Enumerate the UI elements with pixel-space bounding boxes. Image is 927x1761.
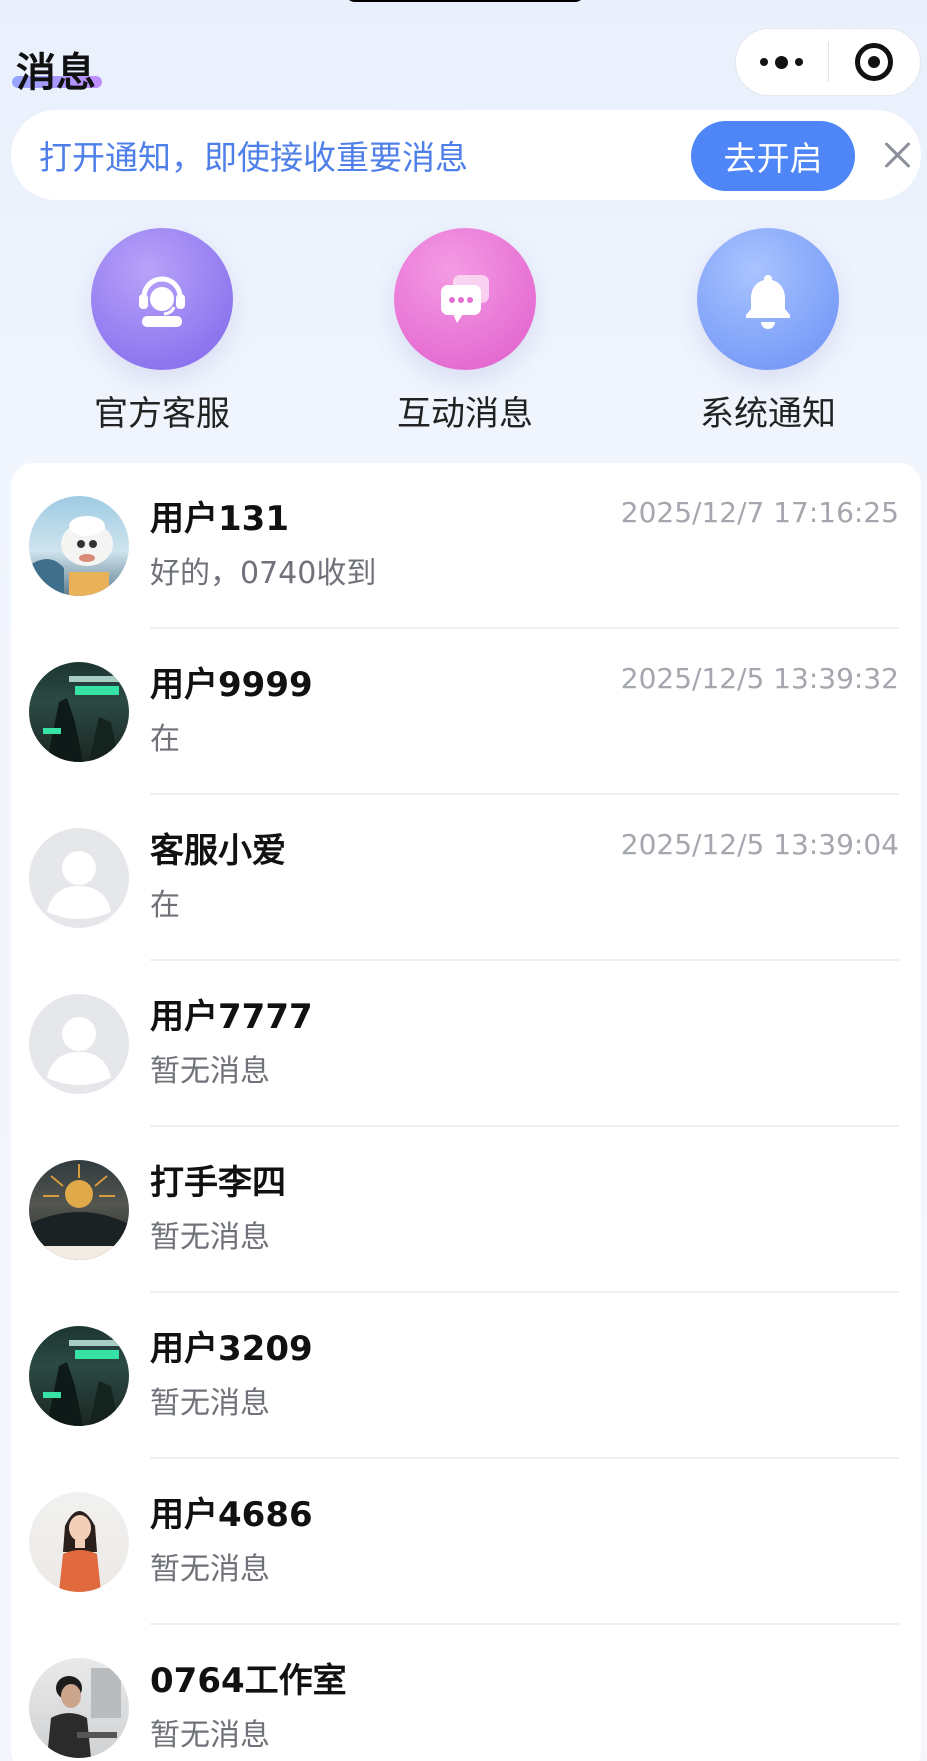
conversation-time: 2025/12/5 13:39:32 <box>620 662 899 695</box>
conversation-row[interactable]: 用户131 2025/12/7 17:16:25 好的，0740收到 <box>11 463 921 629</box>
quick-action-label: 系统通知 <box>700 394 836 434</box>
quick-action-label: 互动消息 <box>397 394 533 434</box>
avatar <box>29 496 129 596</box>
avatar <box>29 662 129 762</box>
avatar <box>29 1160 129 1260</box>
default-avatar-icon <box>29 828 129 928</box>
conversation-preview: 暂无消息 <box>150 1718 270 1753</box>
conversation-name: 用户131 <box>150 499 289 539</box>
conversation-row[interactable]: 用户9999 2025/12/5 13:39:32 在 <box>11 629 921 795</box>
conversation-row[interactable]: 0764工作室 暂无消息 <box>11 1625 921 1761</box>
conversation-preview: 暂无消息 <box>150 1552 270 1587</box>
conversation-name: 打手李四 <box>150 1163 286 1203</box>
more-dot-icon <box>775 55 789 69</box>
more-dot-icon <box>760 58 769 66</box>
default-avatar-icon <box>29 994 129 1094</box>
avatar <box>29 1326 129 1426</box>
conversation-name: 客服小爱 <box>150 831 286 871</box>
device-notch <box>345 0 585 2</box>
conversation-row[interactable]: 打手李四 暂无消息 <box>11 1127 921 1293</box>
conversation-name: 用户4686 <box>150 1495 313 1535</box>
page-header: 消息 <box>0 28 927 100</box>
quick-action-customer-service[interactable]: 官方客服 <box>62 228 262 438</box>
conversation-list: 用户131 2025/12/7 17:16:25 好的，0740收到 用户999… <box>11 463 921 1761</box>
conversation-row[interactable]: 用户4686 暂无消息 <box>11 1459 921 1625</box>
conversation-preview: 暂无消息 <box>150 1386 270 1421</box>
notification-banner: 打开通知，即使接收重要消息 去开启 <box>11 110 921 200</box>
quick-action-interactive-messages[interactable]: 互动消息 <box>365 228 565 438</box>
conversation-row[interactable]: 用户7777 暂无消息 <box>11 961 921 1127</box>
conversation-preview: 暂无消息 <box>150 1220 270 1255</box>
avatar <box>29 1658 129 1758</box>
customer-service-icon <box>91 228 233 370</box>
target-circle-icon <box>855 43 894 81</box>
conversation-name: 0764工作室 <box>150 1661 347 1701</box>
conversation-name: 用户7777 <box>150 997 313 1037</box>
conversation-time: 2025/12/5 13:39:04 <box>620 828 899 861</box>
conversation-time: 2025/12/7 17:16:25 <box>620 496 899 529</box>
close-miniprogram-button[interactable] <box>829 28 921 96</box>
miniprogram-capsule <box>735 28 921 96</box>
quick-action-system-notifications[interactable]: 系统通知 <box>668 228 868 438</box>
avatar <box>29 1492 129 1592</box>
enable-notification-button[interactable]: 去开启 <box>691 121 855 191</box>
quick-action-label: 官方客服 <box>94 394 230 434</box>
bell-icon <box>697 228 839 370</box>
conversation-name: 用户9999 <box>150 665 313 705</box>
conversation-preview: 暂无消息 <box>150 1054 270 1089</box>
conversation-preview: 好的，0740收到 <box>150 556 377 591</box>
conversation-preview: 在 <box>150 722 180 757</box>
page-title: 消息 <box>16 50 96 96</box>
notification-banner-text: 打开通知，即使接收重要消息 <box>39 138 468 177</box>
conversation-row[interactable]: 用户3209 暂无消息 <box>11 1293 921 1459</box>
more-dot-icon <box>795 58 804 66</box>
close-icon[interactable] <box>879 137 915 173</box>
more-options-button[interactable] <box>736 28 828 96</box>
chat-bubbles-icon <box>394 228 536 370</box>
conversation-name: 用户3209 <box>150 1329 313 1369</box>
conversation-preview: 在 <box>150 888 180 923</box>
conversation-row[interactable]: 客服小爱 2025/12/5 13:39:04 在 <box>11 795 921 961</box>
